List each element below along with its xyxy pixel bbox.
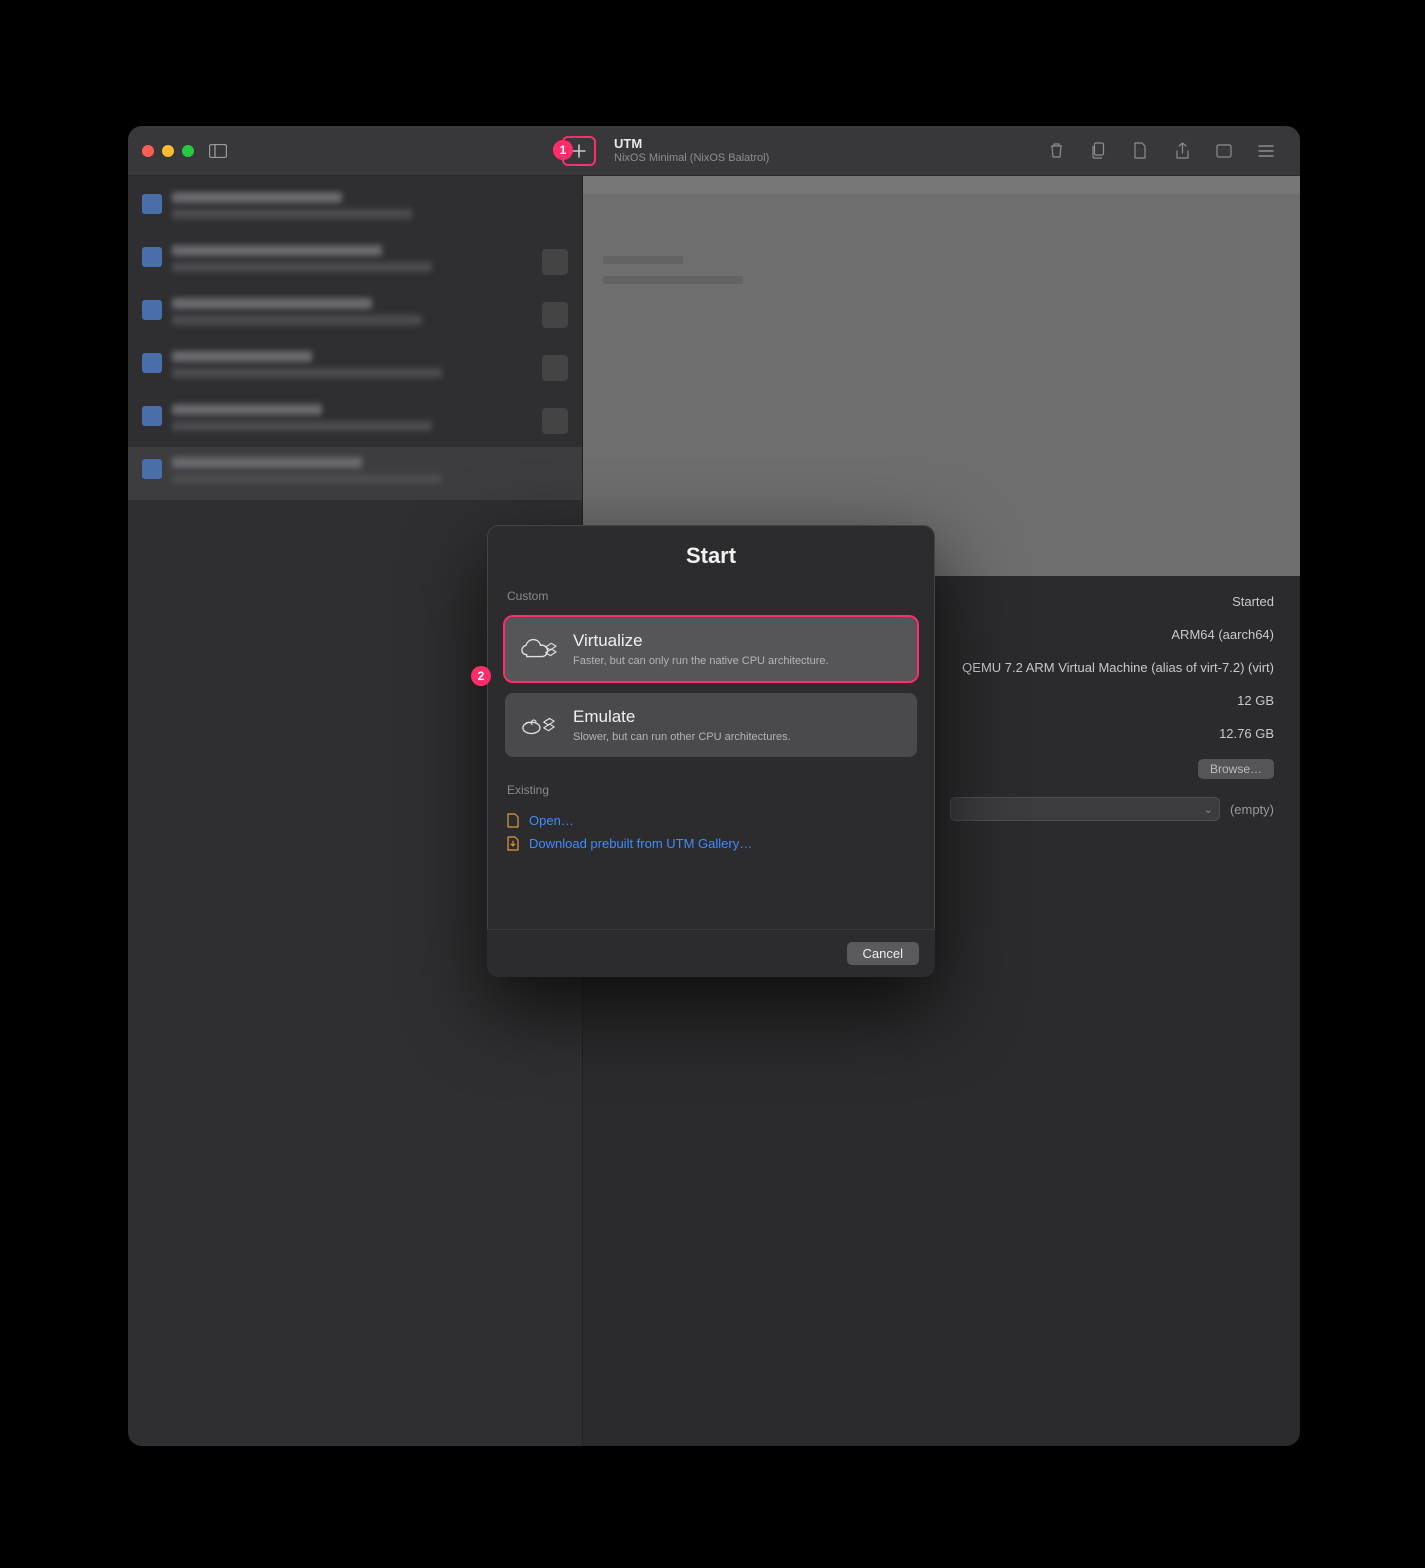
vm-thumb [142,300,162,320]
file-icon [507,813,521,828]
emulate-title: Emulate [573,707,791,727]
vm-thumb [142,459,162,479]
vm-status-icon [542,249,568,275]
vm-thumb [142,353,162,373]
vm-machine: QEMU 7.2 ARM Virtual Machine (alias of v… [962,660,1274,675]
app-title: UTM [614,137,769,152]
file-download-icon [507,836,521,851]
share-button[interactable] [1168,139,1196,163]
sidebar-item[interactable] [128,341,582,394]
download-gallery-link[interactable]: Download prebuilt from UTM Gallery… [507,832,915,855]
vm-arch: ARM64 (aarch64) [1171,627,1274,642]
browse-button[interactable]: Browse… [1198,759,1274,779]
vm-thumb [142,194,162,214]
section-custom-label: Custom [487,583,935,611]
delete-button[interactable] [1042,139,1070,163]
dialog-title: Start [487,525,935,583]
emulate-icon [521,711,557,739]
sidebar-item[interactable] [128,182,582,235]
sidebar-item[interactable] [128,288,582,341]
zoom-window-button[interactable] [182,145,194,157]
menu-icon [1258,145,1274,157]
clone-icon [1090,142,1106,159]
clone-button[interactable] [1084,139,1112,163]
sidebar-item[interactable] [128,235,582,288]
section-existing-label: Existing [487,777,935,805]
sidebar-item[interactable] [128,394,582,447]
open-label: Open… [529,813,574,828]
virtualize-option[interactable]: Virtualize Faster, but can only run the … [505,617,917,681]
vm-display-preview[interactable] [583,176,1300,576]
window-button[interactable] [1210,139,1238,163]
emulate-desc: Slower, but can run other CPU architectu… [573,731,791,743]
share-icon [1175,142,1190,160]
download-label: Download prebuilt from UTM Gallery… [529,836,752,851]
cancel-button[interactable]: Cancel [847,942,919,965]
emulate-option[interactable]: Emulate Slower, but can run other CPU ar… [505,693,917,757]
vm-memory: 12 GB [1237,693,1274,708]
minimize-window-button[interactable] [162,145,174,157]
close-window-button[interactable] [142,145,154,157]
vm-thumb [142,406,162,426]
virtualize-desc: Faster, but can only run the native CPU … [573,655,829,667]
window-controls [142,145,194,157]
virtualize-icon [521,635,557,663]
vm-thumb [142,247,162,267]
start-dialog: Start Custom Virtualize Faster, but can … [487,525,935,977]
virtualize-title: Virtualize [573,631,829,651]
plus-icon [571,143,587,159]
vm-status-icon [542,355,568,381]
open-existing-link[interactable]: Open… [507,809,915,832]
annotation-badge-1: 1 [553,140,573,160]
document-button[interactable] [1126,139,1154,163]
chevron-down-icon: ⌄ [1204,803,1213,816]
vm-disk: 12.76 GB [1219,726,1274,741]
titlebar: UTM NixOS Minimal (NixOS Balatrol) [128,126,1300,176]
window-icon [1216,144,1232,158]
trash-icon [1049,142,1064,159]
vm-subtitle: NixOS Minimal (NixOS Balatrol) [614,152,769,165]
title-block: UTM NixOS Minimal (NixOS Balatrol) [614,137,769,165]
vm-status: Started [1232,594,1274,609]
drive-empty-label: (empty) [1230,802,1274,817]
vm-status-icon [542,408,568,434]
menu-button[interactable] [1252,139,1280,163]
document-icon [1133,142,1147,159]
drive-dropdown[interactable]: ⌄ [950,797,1220,821]
sidebar-toggle-button[interactable] [204,139,232,163]
annotation-badge-2: 2 [471,666,491,686]
vm-status-icon [542,302,568,328]
sidebar-item-selected[interactable] [128,447,582,500]
